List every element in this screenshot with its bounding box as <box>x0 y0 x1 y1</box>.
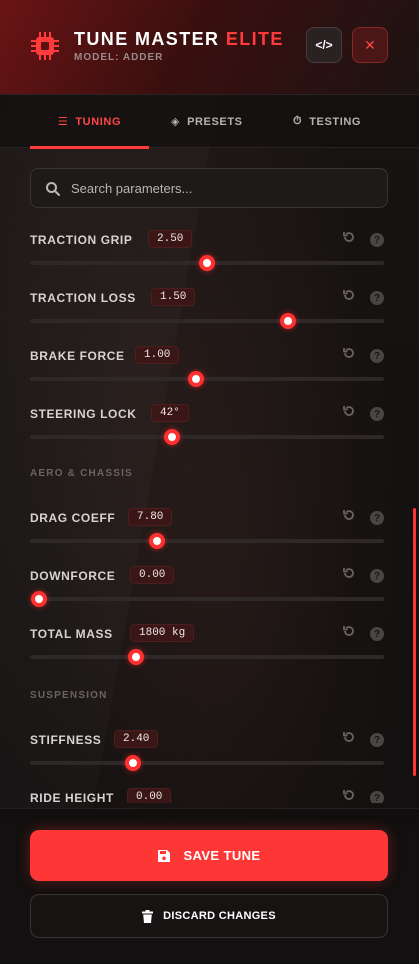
param-drag-coeff: DRAG COEFF 7.80 ? <box>30 502 388 560</box>
param-value: 1800 kg <box>130 624 195 642</box>
param-downforce: DOWNFORCE 0.00 ? <box>30 560 388 618</box>
tab-presets[interactable]: ◈ PRESETS <box>171 95 243 148</box>
reset-icon[interactable] <box>342 288 356 302</box>
scrollbar[interactable] <box>413 508 416 776</box>
help-icon[interactable]: ? <box>370 791 384 803</box>
tab-bar: ☰ TUNING ◈ PRESETS ⏱ TESTING <box>0 95 419 149</box>
param-steering-lock: STEERING LOCK 42° ? <box>30 398 388 456</box>
footer: SAVE TUNE DISCARD CHANGES <box>0 808 419 964</box>
tune-panel: TUNE MASTER ELITE MODEL: ADDER </> ✕ ☰ T… <box>0 0 419 964</box>
param-value: 0.00 <box>130 566 175 584</box>
param-label: TRACTION GRIP <box>30 233 133 247</box>
discard-changes-button[interactable]: DISCARD CHANGES <box>30 894 388 938</box>
slider-track[interactable] <box>30 377 384 381</box>
model-subtitle: MODEL: ADDER <box>74 52 164 63</box>
param-brake-force: BRAKE FORCE 1.00 ? <box>30 340 388 398</box>
tab-tuning[interactable]: ☰ TUNING <box>30 95 149 149</box>
param-label: DRAG COEFF <box>30 511 116 525</box>
param-value: 1.50 <box>151 288 196 306</box>
slider-track[interactable] <box>30 319 384 323</box>
param-label: BRAKE FORCE <box>30 349 125 363</box>
slider-thumb[interactable] <box>280 313 297 329</box>
help-icon[interactable]: ? <box>370 349 384 363</box>
param-value: 7.80 <box>128 508 173 526</box>
title-main: TUNE MASTER <box>74 29 220 49</box>
header: TUNE MASTER ELITE MODEL: ADDER </> ✕ <box>0 0 419 95</box>
trash-icon <box>142 909 154 923</box>
code-button[interactable]: </> <box>306 27 342 63</box>
sliders-icon: ☰ <box>57 116 69 128</box>
help-icon[interactable]: ? <box>370 733 384 747</box>
layers-icon: ◈ <box>171 116 181 128</box>
section-header-aero: AERO & CHASSIS <box>30 468 133 479</box>
param-label: DOWNFORCE <box>30 569 116 583</box>
reset-icon[interactable] <box>342 508 356 522</box>
param-ride-height: RIDE HEIGHT 0.00 ? <box>30 782 388 803</box>
slider-thumb[interactable] <box>149 533 166 549</box>
help-icon[interactable]: ? <box>370 291 384 305</box>
chip-icon <box>31 32 59 60</box>
reset-icon[interactable] <box>342 788 356 802</box>
param-traction-grip: TRACTION GRIP 2.50 ? <box>30 224 388 282</box>
tab-label: PRESETS <box>187 115 243 128</box>
reset-icon[interactable] <box>342 346 356 360</box>
slider-thumb[interactable] <box>124 755 141 771</box>
slider-thumb[interactable] <box>163 429 180 445</box>
save-icon <box>158 849 171 862</box>
param-label: STIFFNESS <box>30 733 102 747</box>
param-value: 42° <box>151 404 189 422</box>
slider-track[interactable] <box>30 435 384 439</box>
slider-track[interactable] <box>30 655 384 659</box>
tab-testing[interactable]: ⏱ TESTING <box>293 95 361 148</box>
param-value: 2.50 <box>148 230 193 248</box>
param-value: 0.00 <box>127 788 172 803</box>
parameter-list: TRACTION GRIP 2.50 ? TRACTION LOSS 1.50 … <box>0 220 419 803</box>
help-icon[interactable]: ? <box>370 407 384 421</box>
param-label: TOTAL MASS <box>30 627 113 641</box>
help-icon[interactable]: ? <box>370 627 384 641</box>
slider-track[interactable] <box>30 597 384 601</box>
param-traction-loss: TRACTION LOSS 1.50 ? <box>30 282 388 340</box>
reset-icon[interactable] <box>342 624 356 638</box>
discard-label: DISCARD CHANGES <box>163 910 276 922</box>
param-label: STEERING LOCK <box>30 407 137 421</box>
slider-thumb[interactable] <box>199 255 215 271</box>
param-value: 1.00 <box>135 346 180 364</box>
slider-thumb[interactable] <box>31 591 47 607</box>
search-input[interactable] <box>71 169 371 207</box>
stopwatch-icon: ⏱ <box>293 115 303 127</box>
param-label: RIDE HEIGHT <box>30 791 114 803</box>
close-button[interactable]: ✕ <box>352 27 388 63</box>
search-box <box>30 168 388 208</box>
tab-label: TESTING <box>309 115 362 128</box>
slider-track[interactable] <box>30 539 384 543</box>
slider-thumb[interactable] <box>128 649 145 665</box>
param-label: TRACTION LOSS <box>30 291 136 305</box>
save-tune-button[interactable]: SAVE TUNE <box>30 830 388 881</box>
reset-icon[interactable] <box>342 730 356 744</box>
slider-thumb[interactable] <box>188 371 205 387</box>
code-icon: </> <box>315 38 333 52</box>
help-icon[interactable]: ? <box>370 569 384 583</box>
help-icon[interactable]: ? <box>370 511 384 525</box>
reset-icon[interactable] <box>342 404 356 418</box>
save-label: SAVE TUNE <box>183 848 261 863</box>
reset-icon[interactable] <box>342 566 356 580</box>
param-total-mass: TOTAL MASS 1800 kg ? <box>30 618 388 676</box>
title-accent: ELITE <box>225 29 284 49</box>
reset-icon[interactable] <box>342 230 356 244</box>
app-title: TUNE MASTER ELITE <box>74 29 284 50</box>
slider-track[interactable] <box>30 761 384 765</box>
close-icon: ✕ <box>364 36 376 53</box>
section-header-suspension: SUSPENSION <box>30 690 108 701</box>
tab-label: TUNING <box>75 115 122 128</box>
help-icon[interactable]: ? <box>370 233 384 247</box>
param-value: 2.40 <box>114 730 159 748</box>
search-icon <box>46 182 60 196</box>
param-stiffness: STIFFNESS 2.40 ? <box>30 724 388 782</box>
